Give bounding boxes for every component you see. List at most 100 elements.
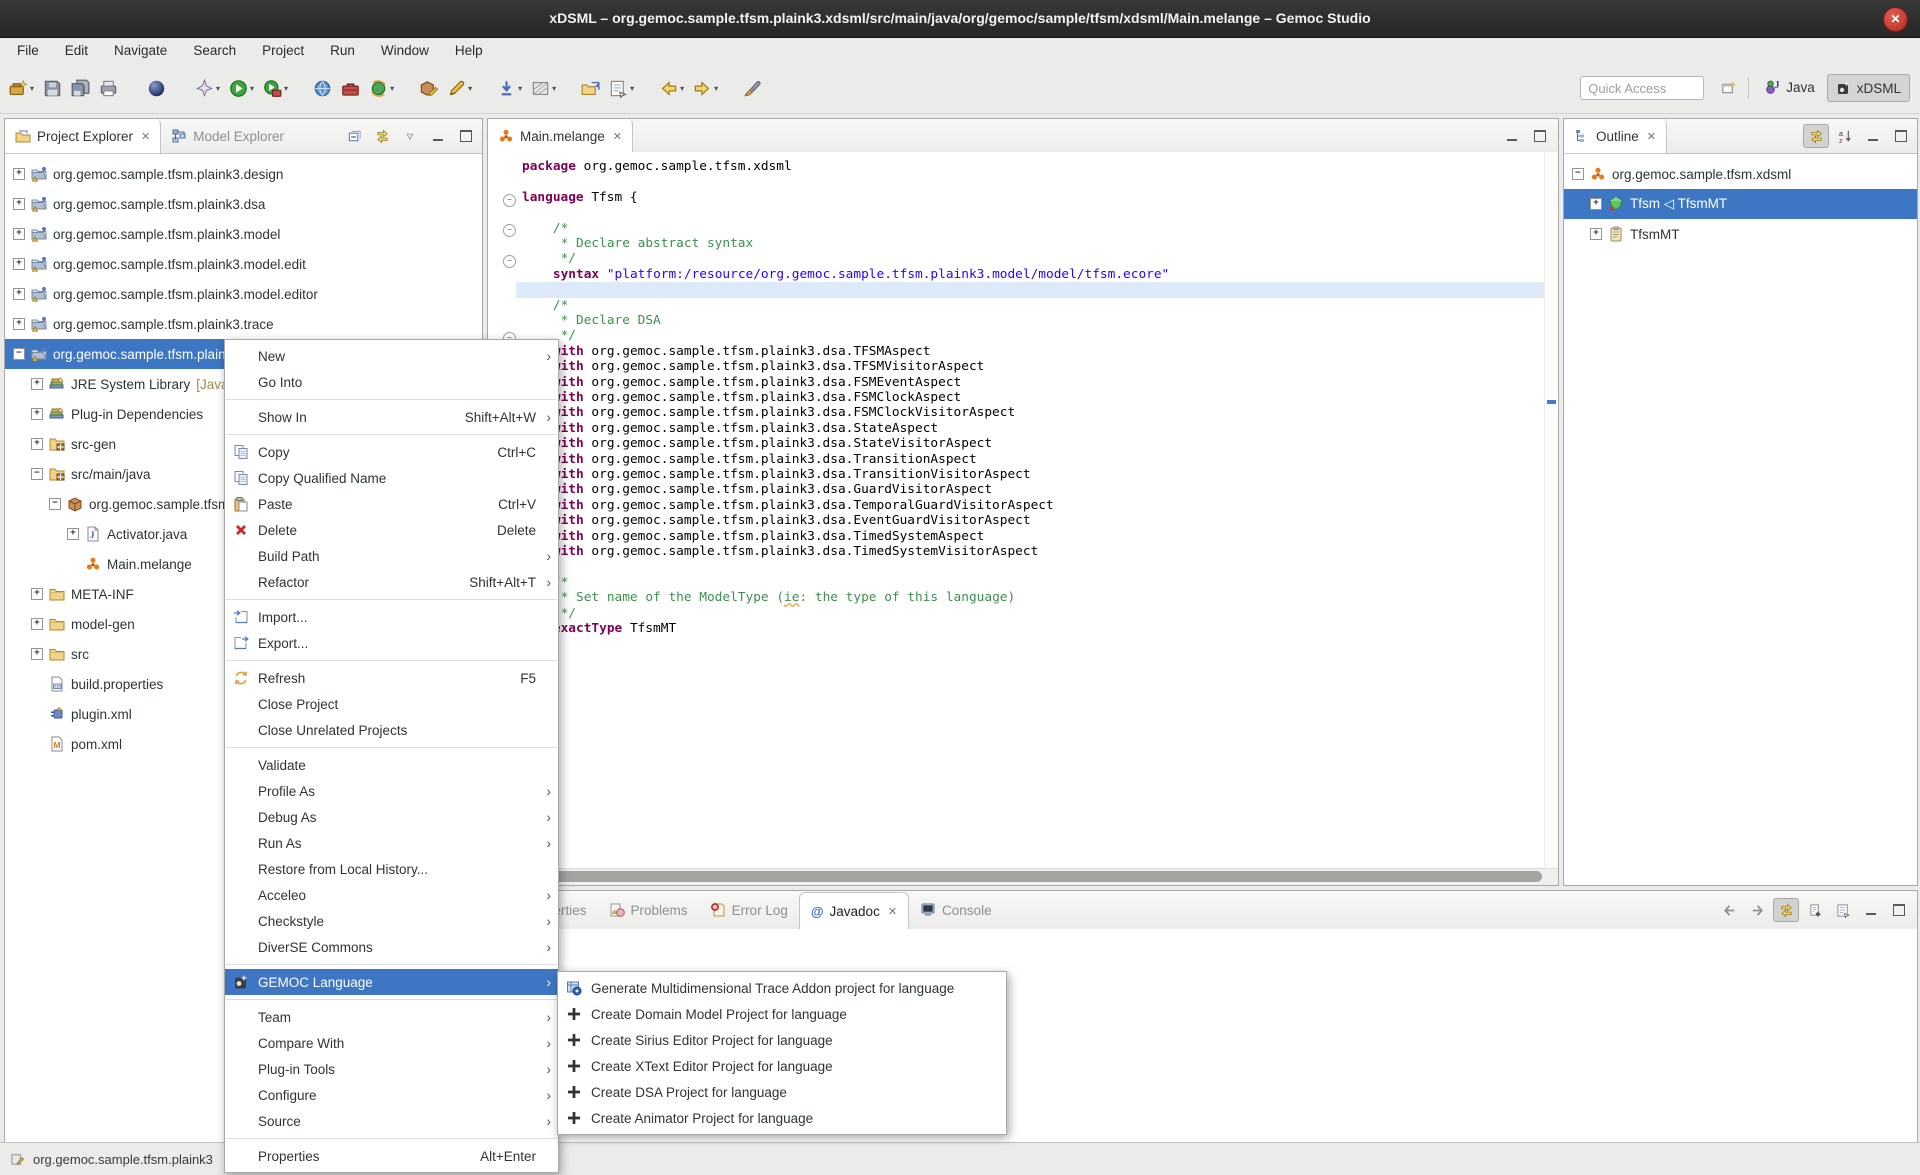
menu-item-show-in[interactable]: Show InShift+Alt+W› bbox=[225, 404, 558, 430]
menu-item-restore-from-local-history[interactable]: Restore from Local History... bbox=[225, 856, 558, 882]
submenu-item-create-xtext-editor-project-for-language[interactable]: Create XText Editor Project for language bbox=[558, 1053, 1006, 1079]
menu-item-configure[interactable]: Configure› bbox=[225, 1082, 558, 1108]
fold-collapse-icon[interactable]: − bbox=[503, 194, 516, 207]
tab-problems[interactable]: Problems bbox=[598, 891, 699, 929]
tab-console[interactable]: Console bbox=[909, 891, 1003, 929]
package-edit-icon[interactable] bbox=[416, 75, 441, 101]
menubar-item-file[interactable]: File bbox=[4, 37, 52, 65]
menu-item-build-path[interactable]: Build Path› bbox=[225, 543, 558, 569]
tab-model-explorer[interactable]: Model Explorer bbox=[161, 119, 294, 153]
expander-icon[interactable]: + bbox=[31, 378, 43, 390]
tree-item-org-gemoc-sample-tfsm-plaink3-design[interactable]: +org.gemoc.sample.tfsm.plaink3.design bbox=[5, 159, 482, 189]
edit-pencil-icon[interactable]: ▾ bbox=[444, 75, 475, 101]
submenu-item-create-dsa-project-for-language[interactable]: Create DSA Project for language bbox=[558, 1079, 1006, 1105]
dropdown-caret-icon[interactable]: ▾ bbox=[284, 84, 288, 93]
menubar-item-help[interactable]: Help bbox=[442, 37, 496, 65]
back-icon[interactable] bbox=[1717, 899, 1741, 921]
tree-item-tfsm-tfsmmt[interactable]: +Tfsm ◁ TfsmMT bbox=[1564, 189, 1917, 219]
coverage-icon[interactable]: ▾ bbox=[528, 75, 559, 101]
menu-item-paste[interactable]: PasteCtrl+V bbox=[225, 491, 558, 517]
new-config-spark-icon[interactable]: ▾ bbox=[192, 75, 223, 101]
menu-item-copy[interactable]: CopyCtrl+C bbox=[225, 439, 558, 465]
submenu-item-create-animator-project-for-language[interactable]: Create Animator Project for language bbox=[558, 1105, 1006, 1131]
open-perspective-icon[interactable] bbox=[1716, 77, 1740, 99]
expander-icon[interactable]: + bbox=[13, 258, 25, 270]
menu-item-import[interactable]: Import... bbox=[225, 604, 558, 630]
menubar-item-navigate[interactable]: Navigate bbox=[101, 37, 180, 65]
tab-main-melange[interactable]: Main.melange✕ bbox=[488, 119, 633, 153]
tree-item-org-gemoc-sample-tfsm-plaink3-model[interactable]: +org.gemoc.sample.tfsm.plaink3.model bbox=[5, 219, 482, 249]
pin-icon[interactable] bbox=[1803, 899, 1827, 921]
osgi-ball-icon[interactable] bbox=[144, 75, 169, 101]
minimize-icon[interactable] bbox=[426, 125, 450, 147]
menu-item-diverse-commons[interactable]: DiverSE Commons› bbox=[225, 934, 558, 960]
external-tools-icon[interactable]: ▾ bbox=[260, 75, 291, 101]
menu-item-refresh[interactable]: RefreshF5 bbox=[225, 665, 558, 691]
tab-close-icon[interactable]: ✕ bbox=[888, 905, 897, 918]
tree-item-org-gemoc-sample-tfsm-plaink3-model-edit[interactable]: +org.gemoc.sample.tfsm.plaink3.model.edi… bbox=[5, 249, 482, 279]
expander-icon[interactable]: − bbox=[1572, 168, 1584, 180]
menu-item-export[interactable]: Export... bbox=[225, 630, 558, 656]
dropdown-caret-icon[interactable]: ▾ bbox=[630, 84, 634, 93]
forward-history-icon[interactable]: ▾ bbox=[690, 75, 721, 101]
expander-icon[interactable]: + bbox=[13, 228, 25, 240]
tree-item-org-gemoc-sample-tfsm-plaink3-dsa[interactable]: +org.gemoc.sample.tfsm.plaink3.dsa bbox=[5, 189, 482, 219]
menu-item-compare-with[interactable]: Compare With› bbox=[225, 1030, 558, 1056]
dropdown-caret-icon[interactable]: ▾ bbox=[468, 84, 472, 93]
menu-item-debug-as[interactable]: Debug As› bbox=[225, 804, 558, 830]
tab-close-icon[interactable]: ✕ bbox=[141, 130, 150, 143]
tab-javadoc[interactable]: @Javadoc✕ bbox=[799, 892, 909, 930]
menu-item-properties[interactable]: PropertiesAlt+Enter bbox=[225, 1143, 558, 1169]
save-icon[interactable] bbox=[40, 75, 65, 101]
dropdown-caret-icon[interactable]: ▾ bbox=[518, 84, 522, 93]
expander-icon[interactable]: + bbox=[1590, 198, 1602, 210]
expander-icon[interactable]: − bbox=[13, 348, 25, 360]
tab-close-icon[interactable]: ✕ bbox=[613, 130, 622, 143]
fold-collapse-icon[interactable]: − bbox=[503, 255, 516, 268]
menu-item-acceleo[interactable]: Acceleo› bbox=[225, 882, 558, 908]
sort-icon[interactable] bbox=[1833, 125, 1857, 147]
mark-occurrences-icon[interactable]: ▾ bbox=[606, 75, 637, 101]
expander-icon[interactable]: + bbox=[13, 318, 25, 330]
menu-item-profile-as[interactable]: Profile As› bbox=[225, 778, 558, 804]
expander-icon[interactable]: + bbox=[13, 198, 25, 210]
menubar-item-window[interactable]: Window bbox=[368, 37, 442, 65]
tab-project-explorer[interactable]: Project Explorer✕ bbox=[5, 119, 161, 153]
maximize-icon[interactable] bbox=[1887, 899, 1911, 921]
menu-item-new[interactable]: New› bbox=[225, 343, 558, 369]
menubar-item-edit[interactable]: Edit bbox=[52, 37, 101, 65]
dropdown-caret-icon[interactable]: ▾ bbox=[552, 84, 556, 93]
collapse-all-icon[interactable] bbox=[342, 125, 366, 147]
dropdown-caret-icon[interactable]: ▾ bbox=[680, 84, 684, 93]
tab-close-icon[interactable]: ✕ bbox=[1647, 130, 1656, 143]
menubar-item-run[interactable]: Run bbox=[317, 37, 368, 65]
forward-icon[interactable] bbox=[1745, 899, 1769, 921]
editor-maximize-icon[interactable] bbox=[1528, 125, 1552, 147]
open-declaration-icon[interactable] bbox=[1831, 899, 1855, 921]
tree-item-org-gemoc-sample-tfsm-plaink3-model-editor[interactable]: +org.gemoc.sample.tfsm.plaink3.model.edi… bbox=[5, 279, 482, 309]
dropdown-caret-icon[interactable]: ▾ bbox=[30, 84, 34, 93]
animator-toolbox-icon[interactable] bbox=[338, 75, 363, 101]
code-editor[interactable]: package org.gemoc.sample.tfsm.xdsmllangu… bbox=[516, 152, 1545, 863]
submenu-item-create-sirius-editor-project-for-language[interactable]: Create Sirius Editor Project for languag… bbox=[558, 1027, 1006, 1053]
submenu-item-create-domain-model-project-for-language[interactable]: Create Domain Model Project for language bbox=[558, 1001, 1006, 1027]
tree-item-org-gemoc-sample-tfsm-xdsml[interactable]: −org.gemoc.sample.tfsm.xdsml bbox=[1564, 159, 1917, 189]
dropdown-caret-icon[interactable]: ▾ bbox=[390, 84, 394, 93]
link-with-editor-icon[interactable] bbox=[370, 125, 394, 147]
expander-icon[interactable]: + bbox=[13, 168, 25, 180]
new-wizard-icon[interactable]: ▾ bbox=[6, 75, 37, 101]
tab-outline[interactable]: Outline✕ bbox=[1564, 119, 1667, 153]
editor-horizontal-scrollbar[interactable] bbox=[488, 868, 1558, 885]
menu-item-refactor[interactable]: RefactorShift+Alt+T› bbox=[225, 569, 558, 595]
expander-icon[interactable]: + bbox=[31, 648, 43, 660]
open-type-icon[interactable] bbox=[578, 75, 603, 101]
quick-access-input[interactable] bbox=[1580, 76, 1704, 100]
tree-item-tfsmmt[interactable]: +TfsmMT bbox=[1564, 219, 1917, 249]
perspective-button-xdsml[interactable]: xDSML bbox=[1827, 74, 1910, 102]
menu-item-validate[interactable]: Validate bbox=[225, 752, 558, 778]
submenu-item-generate-multidimensional-trace-addon-project-for-language[interactable]: Generate Multidimensional Trace Addon pr… bbox=[558, 975, 1006, 1001]
skip-all-breakpoints-icon[interactable]: ▾ bbox=[494, 75, 525, 101]
expander-icon[interactable]: + bbox=[13, 288, 25, 300]
maximize-icon[interactable] bbox=[1889, 125, 1913, 147]
expander-icon[interactable]: + bbox=[1590, 228, 1602, 240]
